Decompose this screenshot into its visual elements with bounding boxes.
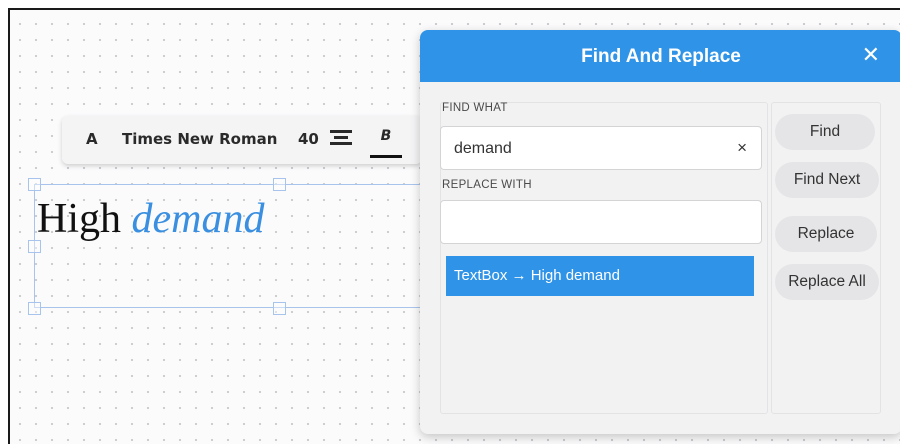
textbox-text-match: demand — [131, 196, 265, 242]
font-family-select[interactable]: Times New Roman — [122, 130, 277, 148]
resize-handle-bottom-left[interactable] — [28, 302, 41, 315]
font-size-select[interactable]: 40 — [298, 130, 319, 148]
replace-all-button[interactable]: Replace All — [775, 264, 879, 300]
replace-with-label: REPLACE WITH — [442, 179, 532, 191]
resize-handle-top[interactable] — [273, 178, 286, 191]
align-center-icon[interactable] — [330, 130, 352, 148]
close-icon[interactable]: ✕ — [862, 44, 880, 66]
resize-handle-left[interactable] — [28, 240, 41, 253]
find-input-value: demand — [454, 140, 512, 157]
replace-button[interactable]: Replace — [775, 216, 877, 252]
resize-handle-bottom[interactable] — [273, 302, 286, 315]
canvas[interactable]: High demand A Times New Roman 40 B Find … — [8, 8, 900, 444]
find-next-button[interactable]: Find Next — [775, 162, 879, 198]
textbox-content: High demand — [37, 195, 264, 243]
resize-handle-top-left[interactable] — [28, 178, 41, 191]
bold-label: B — [380, 128, 392, 144]
find-input[interactable]: demand × — [440, 126, 762, 170]
selected-text-box[interactable]: High demand — [28, 178, 454, 315]
search-result-item[interactable]: TextBox → High demand — [446, 256, 754, 296]
font-icon[interactable]: A — [86, 130, 98, 148]
find-what-label: FIND WHAT — [442, 102, 508, 114]
replace-input[interactable] — [440, 200, 762, 244]
bold-button[interactable]: B — [370, 128, 402, 158]
textbox-text-plain: High — [37, 196, 132, 242]
bold-active-indicator — [370, 155, 402, 158]
dialog-title: Find And Replace — [581, 46, 741, 67]
dialog-header: Find And Replace ✕ — [420, 30, 900, 82]
clear-icon[interactable]: × — [737, 138, 747, 158]
find-button[interactable]: Find — [775, 114, 875, 150]
text-format-toolbar: A Times New Roman 40 B — [62, 116, 422, 164]
find-replace-dialog: Find And Replace ✕ FIND WHAT demand × RE… — [420, 30, 900, 434]
